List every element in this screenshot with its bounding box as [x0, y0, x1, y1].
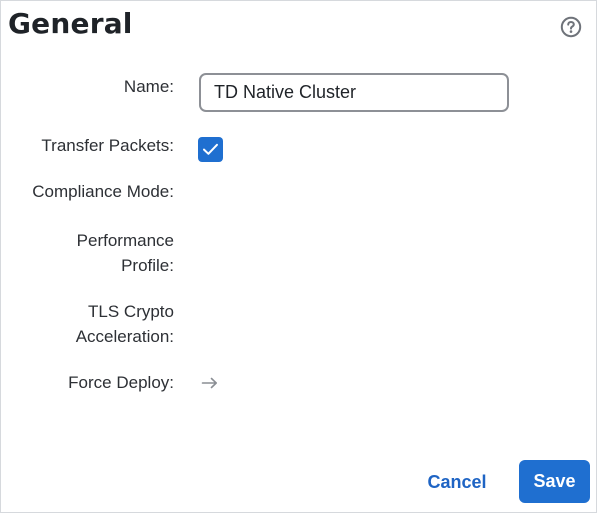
- transfer-packets-checkbox[interactable]: [198, 137, 223, 162]
- transfer-packets-label: Transfer Packets:: [41, 136, 174, 155]
- tls-crypto-label-line1: TLS Crypto: [88, 302, 174, 321]
- performance-profile-label-line2: Profile:: [121, 256, 174, 275]
- general-dialog: General Name: Transfer Packets: Complian…: [0, 0, 597, 513]
- cancel-button[interactable]: Cancel: [419, 463, 495, 501]
- force-deploy-button[interactable]: [201, 376, 219, 390]
- question-circle-icon: [560, 16, 582, 38]
- dialog-title: General: [8, 7, 133, 40]
- help-icon[interactable]: [560, 16, 582, 38]
- performance-profile-label-line1: Performance: [76, 231, 174, 250]
- arrow-right-icon: [201, 377, 217, 389]
- tls-crypto-label-line2: Acceleration:: [75, 327, 174, 346]
- compliance-mode-label: Compliance Mode:: [32, 182, 174, 201]
- force-deploy-label: Force Deploy:: [68, 373, 174, 392]
- checkmark-icon: [203, 143, 218, 155]
- name-input[interactable]: [199, 73, 509, 112]
- name-label: Name:: [123, 77, 174, 96]
- save-button[interactable]: Save: [519, 460, 590, 503]
